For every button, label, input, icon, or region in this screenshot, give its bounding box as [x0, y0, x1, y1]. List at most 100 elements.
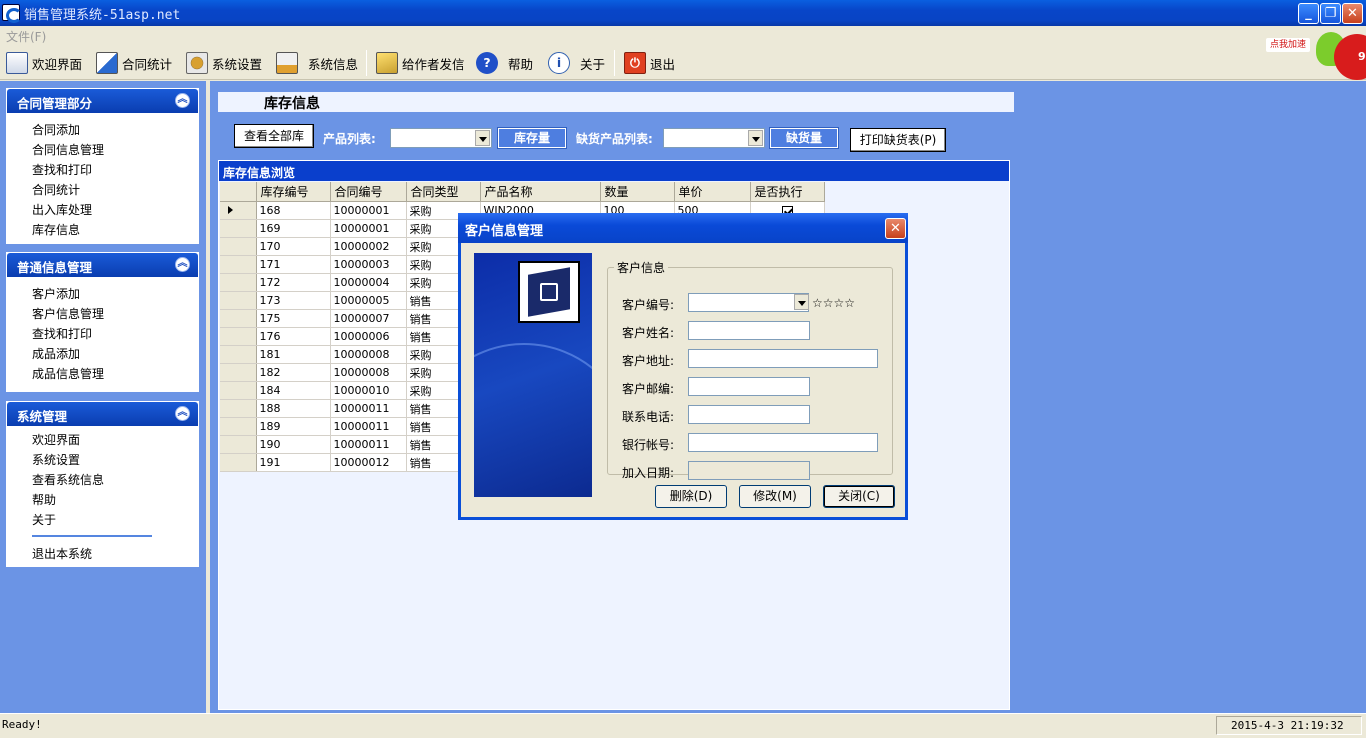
row-header[interactable]: [220, 399, 257, 418]
collapse-chevron-icon[interactable]: ︽: [175, 93, 190, 108]
chevron-down-icon[interactable]: [748, 130, 763, 146]
product-list-select[interactable]: [390, 128, 492, 148]
sidebar-item-about[interactable]: 关于: [32, 511, 198, 531]
row-header[interactable]: [220, 363, 257, 382]
sidebar-item-inout[interactable]: 出入库处理: [32, 201, 198, 221]
table-cell[interactable]: 188: [256, 399, 331, 418]
dialog-close-button[interactable]: ✕: [885, 218, 906, 239]
row-header[interactable]: [220, 435, 257, 454]
stock-button[interactable]: 库存量: [497, 127, 567, 149]
row-header[interactable]: [220, 219, 257, 238]
table-cell[interactable]: 190: [256, 435, 331, 454]
close-button[interactable]: ✕: [1342, 3, 1363, 24]
collapse-chevron-icon[interactable]: ︽: [175, 257, 190, 272]
table-cell[interactable]: 10000001: [330, 201, 407, 220]
table-cell[interactable]: 182: [256, 363, 331, 382]
sidebar-panel-header[interactable]: 合同管理部分 ︽: [7, 89, 198, 113]
table-cell[interactable]: 10000004: [330, 273, 407, 292]
table-cell[interactable]: 10000010: [330, 381, 407, 400]
column-header[interactable]: 合同编号: [330, 182, 407, 202]
row-header[interactable]: [220, 291, 257, 310]
sidebar-item-product-add[interactable]: 成品添加: [32, 345, 198, 365]
table-cell[interactable]: 175: [256, 309, 331, 328]
row-header[interactable]: [220, 417, 257, 436]
row-header[interactable]: [220, 309, 257, 328]
app-icon[interactable]: [2, 4, 22, 23]
customer-zip-field[interactable]: [688, 377, 810, 396]
table-cell[interactable]: 168: [256, 201, 331, 220]
table-cell[interactable]: 191: [256, 453, 331, 472]
print-shortage-button[interactable]: 打印缺货表(P): [850, 128, 946, 152]
chevron-down-icon[interactable]: [794, 294, 809, 310]
table-cell[interactable]: 10000011: [330, 399, 407, 418]
table-cell[interactable]: 10000002: [330, 237, 407, 256]
sidebar-item-inventory[interactable]: 库存信息: [32, 221, 198, 241]
table-cell[interactable]: 10000001: [330, 219, 407, 238]
row-header[interactable]: [220, 255, 257, 274]
menu-file[interactable]: 文件(F): [6, 28, 46, 45]
table-cell[interactable]: 10000008: [330, 363, 407, 382]
speed-badge[interactable]: 点我加速 92: [1266, 30, 1366, 86]
customer-address-field[interactable]: [688, 349, 878, 368]
sidebar-item-welcome[interactable]: 欢迎界面: [32, 431, 198, 451]
customer-phone-field[interactable]: [688, 405, 810, 424]
table-cell[interactable]: 10000012: [330, 453, 407, 472]
table-cell[interactable]: 172: [256, 273, 331, 292]
table-cell[interactable]: 170: [256, 237, 331, 256]
table-cell[interactable]: 189: [256, 417, 331, 436]
row-header[interactable]: [220, 345, 257, 364]
table-cell[interactable]: 169: [256, 219, 331, 238]
table-cell[interactable]: 176: [256, 327, 331, 346]
customer-name-field[interactable]: [688, 321, 810, 340]
sidebar-item-search-print[interactable]: 查找和打印: [32, 325, 198, 345]
sidebar-item-exit[interactable]: 退出本系统: [32, 545, 198, 565]
toolbar-mail-button[interactable]: 给作者发信: [376, 50, 465, 76]
modify-button[interactable]: 修改(M): [739, 485, 811, 508]
table-cell[interactable]: 184: [256, 381, 331, 400]
close-dialog-button[interactable]: 关闭(C): [823, 485, 895, 508]
dialog-title-bar[interactable]: 客户信息管理: [458, 213, 908, 243]
toolbar-welcome-button[interactable]: 欢迎界面: [6, 50, 82, 76]
bank-account-field[interactable]: [688, 433, 878, 452]
table-cell[interactable]: 10000011: [330, 417, 407, 436]
column-header[interactable]: 库存编号: [256, 182, 331, 202]
table-cell[interactable]: 173: [256, 291, 331, 310]
column-header[interactable]: 数量: [600, 182, 675, 202]
collapse-chevron-icon[interactable]: ︽: [175, 406, 190, 421]
customer-id-dropdown[interactable]: [793, 293, 810, 312]
sidebar-item-contract-add[interactable]: 合同添加: [32, 121, 198, 141]
sidebar-item-contract-stats[interactable]: 合同统计: [32, 181, 198, 201]
toolbar-exit-button[interactable]: ⏻ 退出: [624, 50, 675, 76]
sidebar-item-product-manage[interactable]: 成品信息管理: [32, 365, 198, 385]
table-cell[interactable]: 10000011: [330, 435, 407, 454]
row-header[interactable]: [220, 453, 257, 472]
column-header[interactable]: 产品名称: [480, 182, 601, 202]
customer-id-select[interactable]: [688, 293, 809, 312]
sidebar-item-search-print[interactable]: 查找和打印: [32, 161, 198, 181]
shortage-list-select[interactable]: [663, 128, 765, 148]
sidebar-item-customer-add[interactable]: 客户添加: [32, 285, 198, 305]
toolbar-help-button[interactable]: ? 帮助: [476, 50, 533, 76]
sidebar-item-system-info[interactable]: 查看系统信息: [32, 471, 198, 491]
toolbar-about-button[interactable]: i 关于: [548, 50, 605, 76]
row-header[interactable]: [220, 273, 257, 292]
toolbar-contract-stats-button[interactable]: 合同统计: [96, 50, 172, 76]
toolbar-settings-button[interactable]: 系统设置: [186, 50, 262, 76]
sidebar-item-settings[interactable]: 系统设置: [32, 451, 198, 471]
sidebar-panel-header[interactable]: 系统管理 ︽: [7, 402, 198, 426]
column-header[interactable]: 单价: [674, 182, 751, 202]
delete-button[interactable]: 删除(D): [655, 485, 727, 508]
row-header[interactable]: [220, 201, 257, 220]
table-cell[interactable]: 10000005: [330, 291, 407, 310]
restore-button[interactable]: ❐: [1320, 3, 1341, 24]
sidebar-item-contract-manage[interactable]: 合同信息管理: [32, 141, 198, 161]
column-header[interactable]: 合同类型: [406, 182, 481, 202]
table-cell[interactable]: 181: [256, 345, 331, 364]
chevron-down-icon[interactable]: [475, 130, 490, 146]
row-header[interactable]: [220, 327, 257, 346]
row-header[interactable]: [220, 381, 257, 400]
toolbar-system-info-button[interactable]: 系统信息: [276, 50, 358, 76]
table-cell[interactable]: 10000003: [330, 255, 407, 274]
sidebar-splitter[interactable]: [206, 81, 210, 713]
table-cell[interactable]: 10000006: [330, 327, 407, 346]
